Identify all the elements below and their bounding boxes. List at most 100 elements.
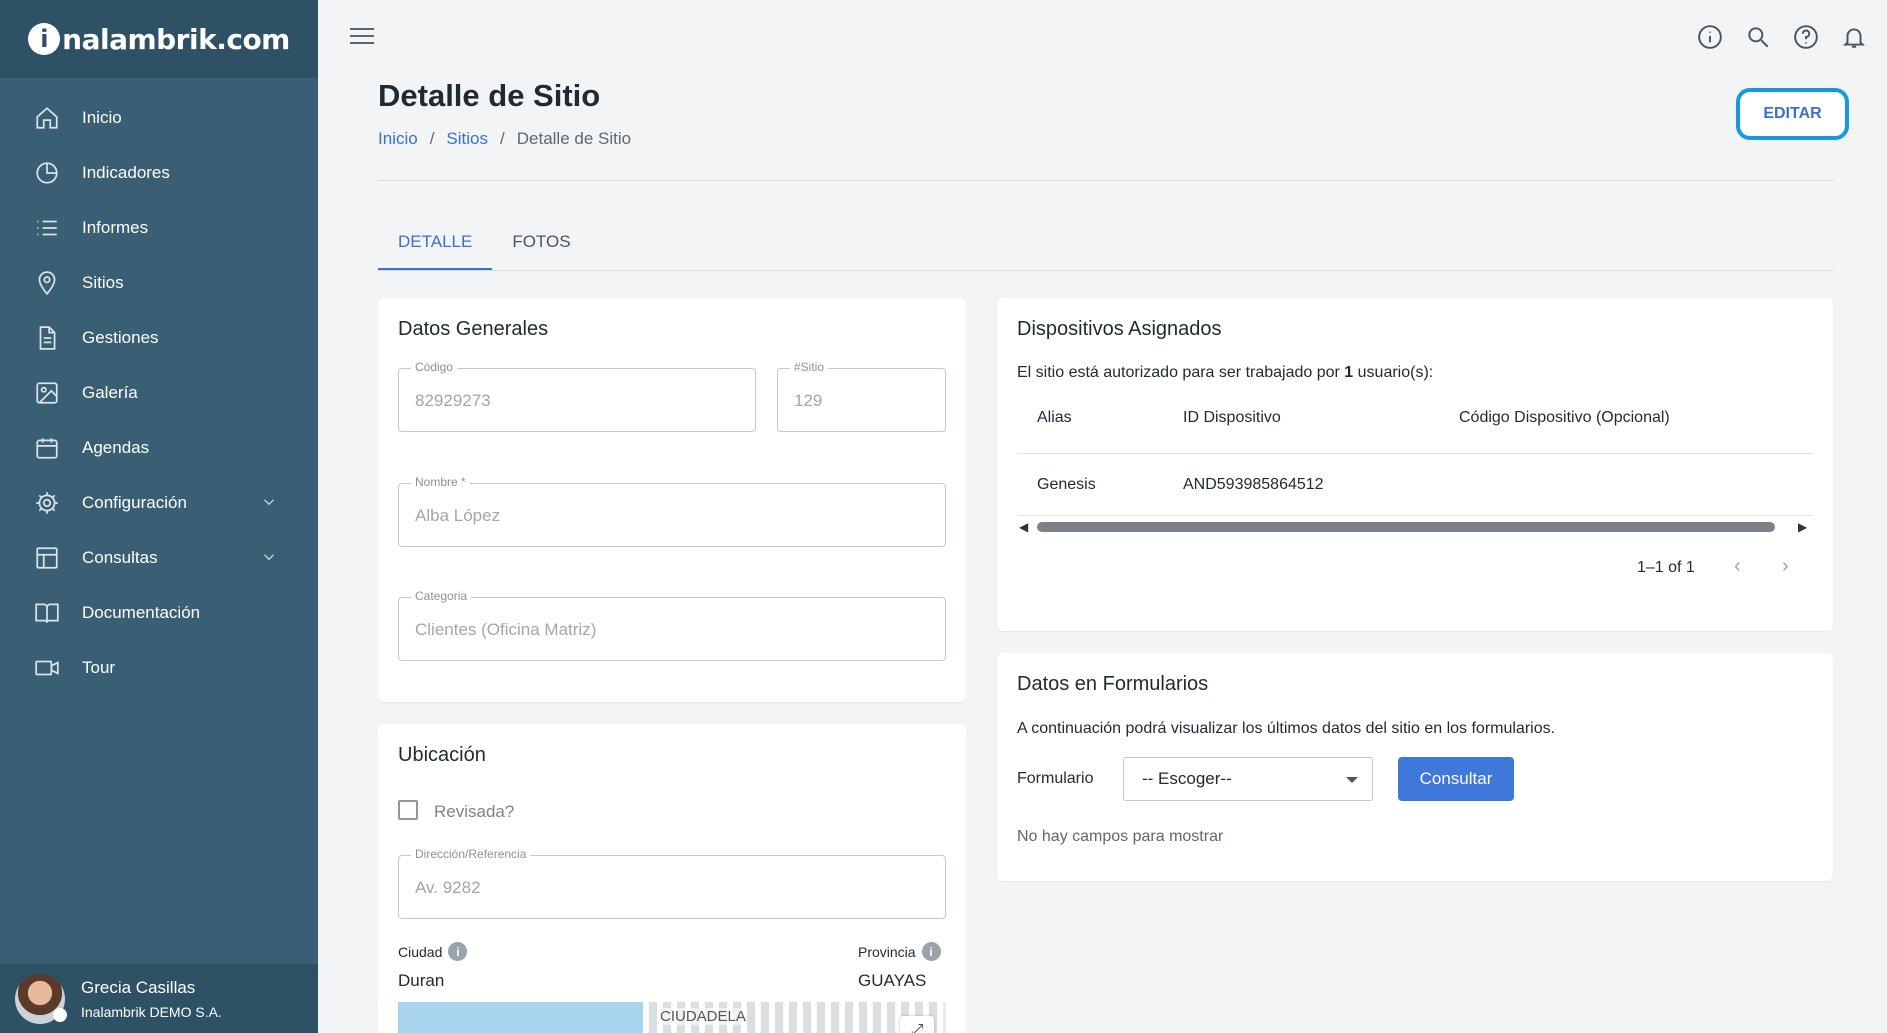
help-icon[interactable] [1793, 24, 1819, 50]
desc-suffix: usuario(s): [1353, 364, 1434, 381]
cell-id: AND593985864512 [1183, 476, 1324, 493]
breadcrumb-inicio[interactable]: Inicio [378, 129, 418, 149]
sidebar-item-agendas[interactable]: Agendas [0, 420, 318, 475]
sidebar: i nalambrik.com Inicio Indicadores Inform… [0, 0, 318, 1033]
search-icon[interactable] [1745, 24, 1771, 50]
chevron-right-icon[interactable]: › [1782, 555, 1789, 578]
breadcrumb: Inicio / Sitios / Detalle de Sitio [378, 129, 631, 149]
expand-map-icon[interactable]: ⤢ [900, 1016, 934, 1033]
column-header-alias[interactable]: Alias [1037, 409, 1072, 427]
breadcrumb-separator: / [500, 129, 505, 148]
user-org: Inalambrik DEMO S.A. [81, 1003, 222, 1020]
datos-generales-card: Datos Generales Código 82929273 #Sitio 1… [378, 298, 966, 702]
table-header-divider [1017, 453, 1813, 454]
brand-logo[interactable]: i nalambrik.com [28, 23, 290, 56]
sidebar-item-indicadores[interactable]: Indicadores [0, 145, 318, 200]
dispositivos-description: El sitio está autorizado para ser trabaj… [1017, 364, 1433, 382]
info-icon[interactable] [1697, 24, 1723, 50]
formulario-select[interactable]: -- Escoger-- [1123, 757, 1373, 801]
scroll-left-icon[interactable]: ◀ [1019, 520, 1028, 534]
breadcrumb-sitios[interactable]: Sitios [446, 129, 488, 149]
sidebar-item-documentacion[interactable]: Documentación [0, 585, 318, 640]
sidebar-item-configuracion[interactable]: Configuración [0, 475, 318, 530]
user-name: Grecia Casillas [81, 977, 196, 997]
field-label: Nombre * [411, 475, 470, 489]
header-divider [378, 180, 1834, 181]
field-label: Código [411, 360, 458, 374]
categoria-field[interactable]: Categoria Clientes (Oficina Matriz) [398, 589, 946, 661]
field-value: Av. 9282 [415, 878, 481, 897]
sidebar-item-tour[interactable]: Tour [0, 640, 318, 695]
video-icon [35, 660, 59, 675]
image-icon [36, 381, 58, 404]
empty-message: No hay campos para mostrar [1017, 828, 1224, 845]
pie-chart-icon [36, 161, 58, 184]
field-value: Alba López [415, 506, 501, 525]
tabs-divider [378, 270, 1834, 271]
tab-bar: DETALLE FOTOS [378, 222, 591, 271]
user-info: Grecia Casillas Inalambrik DEMO S.A. [81, 978, 222, 1020]
chevron-left-icon[interactable]: ‹ [1734, 555, 1741, 578]
desc-prefix: El sitio está autorizado para ser trabaj… [1017, 364, 1345, 381]
status-dot [53, 1007, 67, 1022]
desc-count: 1 [1344, 364, 1354, 381]
sidebar-item-label: Indicadores [82, 162, 170, 182]
sidebar-item-label: Informes [82, 217, 149, 237]
scroll-right-icon[interactable]: ▶ [1798, 520, 1807, 534]
provincia-label-text: Provincia [858, 943, 916, 960]
sidebar-item-label: Configuración [82, 492, 187, 512]
field-value: 129 [794, 391, 823, 410]
edit-button[interactable]: EDITAR [1736, 88, 1849, 140]
field-label: Categoria [411, 589, 472, 603]
field-value: Clientes (Oficina Matriz) [415, 620, 597, 639]
column-header-id[interactable]: ID Dispositivo [1183, 409, 1281, 427]
map-label: CIUDADELA [660, 1008, 746, 1025]
field-label: Dirección/Referencia [411, 847, 531, 861]
top-toolbar [1697, 24, 1867, 50]
chevron-down-icon [264, 499, 274, 506]
sidebar-item-sitios[interactable]: Sitios [0, 255, 318, 310]
bell-icon[interactable] [1841, 24, 1867, 50]
sidebar-item-label: Sitios [82, 272, 124, 292]
sidebar-item-inicio[interactable]: Inicio [0, 90, 318, 145]
codigo-field[interactable]: Código 82929273 [398, 360, 756, 432]
tab-detalle[interactable]: DETALLE [378, 222, 493, 271]
sidebar-item-label: Agendas [82, 437, 150, 457]
sidebar-item-gestiones[interactable]: Gestiones [0, 310, 318, 365]
info-icon[interactable]: i [448, 942, 468, 961]
hamburger-menu-icon[interactable] [350, 28, 374, 48]
calendar-icon [36, 437, 58, 459]
column-header-codigo[interactable]: Código Dispositivo (Opcional) [1459, 409, 1670, 427]
map-water [398, 1002, 643, 1033]
revisada-label: Revisada? [434, 802, 515, 821]
ciudad-label-text: Ciudad [398, 943, 443, 960]
avatar [15, 973, 67, 1024]
consultar-button[interactable]: Consultar [1398, 757, 1514, 801]
logo-bar: i nalambrik.com [0, 0, 318, 78]
sidebar-item-label: Documentación [82, 602, 201, 622]
revisada-checkbox[interactable] [398, 800, 418, 820]
tab-fotos[interactable]: FOTOS [492, 222, 590, 271]
book-icon [35, 602, 59, 623]
info-icon[interactable]: i [921, 942, 941, 961]
logo-text: nalambrik.com [62, 22, 290, 56]
gear-icon [36, 491, 58, 514]
direccion-field[interactable]: Dirección/Referencia Av. 9282 [398, 847, 946, 919]
sidebar-item-galeria[interactable]: Galería [0, 365, 318, 420]
sitio-number-field[interactable]: #Sitio 129 [777, 360, 946, 432]
horizontal-scrollbar[interactable] [1037, 522, 1775, 532]
provincia-value: GUAYAS [858, 971, 927, 990]
table-row-divider [1017, 515, 1813, 516]
table-icon [36, 546, 58, 569]
ciudad-label: Ciudad i [398, 942, 468, 961]
nombre-field[interactable]: Nombre * Alba López [398, 475, 946, 547]
user-profile[interactable]: Grecia Casillas Inalambrik DEMO S.A. [0, 964, 318, 1033]
sidebar-item-consultas[interactable]: Consultas [0, 530, 318, 585]
home-icon [36, 106, 58, 129]
card-title: Dispositivos Asignados [1017, 318, 1222, 340]
field-value: 82929273 [415, 391, 491, 410]
location-map[interactable]: CIUDADELA ⤢ [398, 1002, 946, 1033]
sidebar-item-informes[interactable]: Informes [0, 200, 318, 255]
logo-bubble: i [28, 23, 61, 55]
document-icon [39, 325, 56, 350]
